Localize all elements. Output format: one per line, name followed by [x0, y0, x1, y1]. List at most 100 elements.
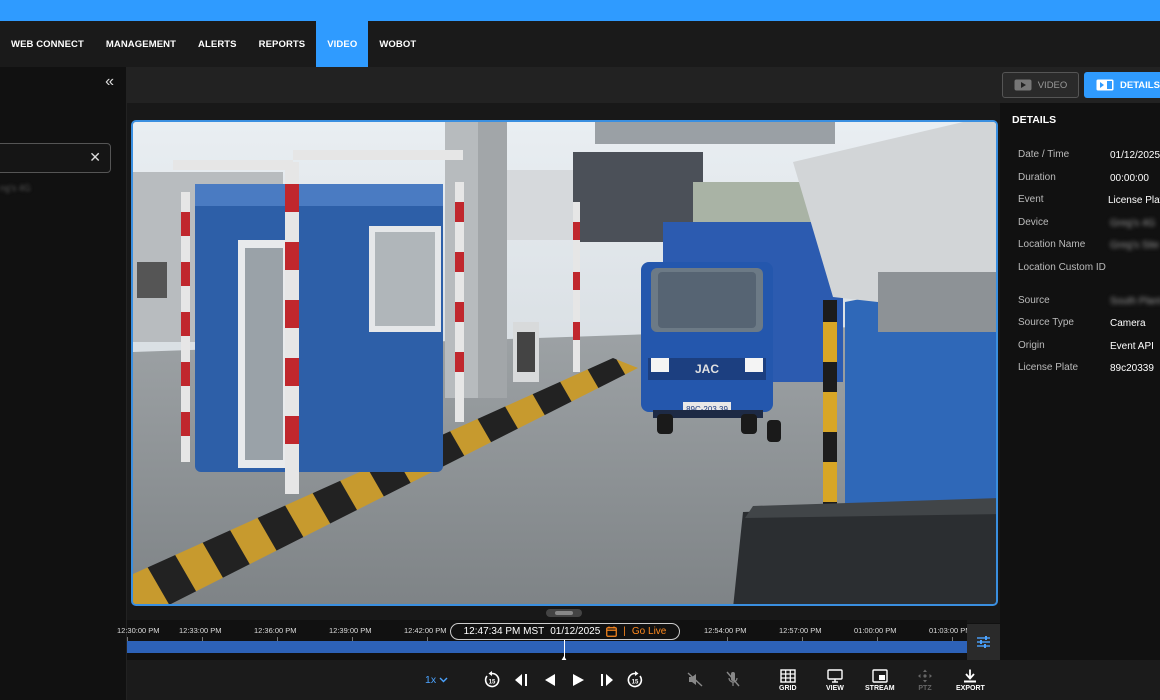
calendar-icon[interactable]: [606, 626, 618, 637]
ptz-arrows-icon: [918, 669, 932, 683]
detail-row-event: Event License Plate: [1018, 194, 1160, 207]
detail-row-date-time: Date / Time 01/12/2025: [1018, 149, 1160, 162]
playback-speed-select[interactable]: 1x: [425, 674, 448, 686]
detail-label: Location Name: [1018, 239, 1086, 250]
truck-brand: JAC: [695, 362, 719, 376]
timeline-tick-label: 12:54:00 PM: [704, 626, 747, 635]
detail-label: Origin: [1018, 340, 1045, 351]
camera-video-frame[interactable]: JAC 89C-203.39: [131, 120, 998, 606]
grid-button[interactable]: GRID: [779, 669, 797, 692]
detail-value: 00:00:00: [1110, 173, 1149, 184]
detail-label: Date / Time: [1018, 149, 1070, 160]
view-button[interactable]: VIEW: [826, 669, 844, 692]
download-icon: [964, 669, 977, 683]
sliders-icon: [977, 636, 990, 648]
detail-row-duration: Duration 00:00:00: [1018, 172, 1160, 185]
nav-management[interactable]: MANAGEMENT: [95, 21, 187, 67]
detail-label: Duration: [1018, 172, 1056, 183]
details-title: DETAILS: [1012, 114, 1057, 126]
resize-handle[interactable]: [546, 609, 582, 617]
stream-button[interactable]: STREAM: [865, 669, 895, 692]
playback-speed-value: 1x: [425, 674, 437, 686]
detail-label: Source: [1018, 295, 1050, 306]
detail-value: License Plate: [1107, 195, 1160, 206]
detail-row-location-name: Location Name Greg's Site: [1018, 239, 1160, 252]
go-live-button[interactable]: Go Live: [632, 626, 666, 637]
playback-controls: 1x 15 15 GRID VIEW STREAM PTZ EXPORT: [127, 660, 1160, 700]
detail-row-origin: Origin Event API: [1018, 340, 1160, 353]
details-panel-icon: [1096, 79, 1114, 91]
detail-row-device: Device Greg's 4G: [1018, 218, 1160, 230]
timeline[interactable]: 12:30:00 PM 12:33:00 PM 12:36:00 PM 12:3…: [117, 620, 972, 661]
rewind-15-icon[interactable]: 15: [483, 671, 501, 689]
detail-row-location-custom-id: Location Custom ID: [1018, 263, 1160, 273]
details-panel: DETAILS Date / Time 01/12/2025 Duration …: [1000, 103, 1160, 700]
detail-value: South Plant: [1110, 296, 1160, 307]
detail-row-license-plate: License Plate 89c20339: [1018, 362, 1160, 375]
svg-text:15: 15: [632, 680, 639, 686]
detail-label: Location Custom ID: [1018, 262, 1106, 273]
nav-web-connect[interactable]: WEB CONNECT: [0, 21, 95, 67]
details-view-button[interactable]: DETAILS: [1084, 72, 1160, 98]
timeline-tick-label: 12:33:00 PM: [179, 626, 222, 635]
details-view-label: DETAILS: [1120, 79, 1160, 91]
speaker-muted-icon[interactable]: [687, 672, 703, 687]
view-label: VIEW: [826, 685, 844, 692]
sidebar: « ✕ ng's 4G: [0, 67, 127, 700]
detail-value: Camera: [1110, 318, 1146, 329]
ptz-button[interactable]: PTZ: [917, 669, 933, 692]
timeline-tick-label: 01:00:00 PM: [854, 626, 897, 635]
forward-15-icon[interactable]: 15: [626, 671, 644, 689]
play-icon[interactable]: [572, 673, 585, 687]
timeline-tick-label: 12:36:00 PM: [254, 626, 297, 635]
grid-label: GRID: [779, 685, 797, 692]
detail-value: Greg's 4G: [1110, 218, 1156, 229]
export-label: EXPORT: [956, 685, 985, 692]
stream-icon: [872, 669, 888, 683]
play-icon: [1014, 79, 1032, 91]
detail-label: Source Type: [1018, 317, 1074, 328]
video-view-label: VIDEO: [1037, 79, 1068, 91]
detail-row-source-type: Source Type Camera: [1018, 317, 1160, 330]
camera-scene: JAC 89C-203.39: [133, 122, 996, 604]
timeline-filter-button[interactable]: [967, 624, 1000, 660]
nav-alerts[interactable]: ALERTS: [187, 21, 248, 67]
double-chevron-left-icon[interactable]: «: [105, 73, 114, 91]
timeline-recording-bar[interactable]: [127, 641, 967, 653]
timeline-tick-label: 12:30:00 PM: [117, 626, 160, 635]
monitor-icon: [827, 669, 843, 683]
timeline-tick-label: 01:03:00 PM: [929, 626, 972, 635]
top-accent-band: [0, 0, 1160, 21]
nav-video[interactable]: VIDEO: [316, 21, 369, 67]
grid-icon: [780, 669, 796, 683]
detail-label: License Plate: [1018, 362, 1079, 373]
stream-label: STREAM: [865, 685, 895, 692]
close-icon[interactable]: ✕: [89, 149, 101, 166]
video-view-button[interactable]: VIDEO: [1002, 72, 1079, 98]
detail-value: Greg's Site: [1110, 240, 1160, 251]
device-search: ✕: [0, 143, 111, 173]
sidebar-device-item[interactable]: ng's 4G: [0, 183, 31, 193]
microphone-muted-icon[interactable]: [726, 671, 740, 688]
main-nav: WEB CONNECT MANAGEMENT ALERTS REPORTS VI…: [0, 21, 1160, 67]
search-input[interactable]: [0, 144, 77, 172]
step-forward-icon[interactable]: [599, 673, 615, 687]
timeline-playhead[interactable]: [561, 639, 567, 661]
detail-value: 89c20339: [1110, 363, 1154, 374]
step-back-icon[interactable]: [513, 673, 529, 687]
current-time: 12:47:34 PM MST: [463, 626, 545, 637]
detail-label: Event: [1018, 194, 1044, 205]
play-reverse-icon[interactable]: [543, 673, 556, 687]
timeline-tick-label: 12:42:00 PM: [404, 626, 447, 635]
export-button[interactable]: EXPORT: [956, 669, 985, 692]
current-date: 01/12/2025: [550, 626, 601, 637]
detail-value: Event API: [1110, 341, 1154, 352]
ptz-label: PTZ: [918, 685, 932, 692]
detail-value: 01/12/2025: [1110, 150, 1160, 161]
pill-divider: |: [623, 626, 626, 637]
nav-wobot[interactable]: WOBOT: [368, 21, 427, 67]
current-time-pill: 12:47:34 PM MST 01/12/2025 | Go Live: [450, 623, 680, 640]
svg-text:15: 15: [489, 680, 496, 686]
nav-reports[interactable]: REPORTS: [248, 21, 317, 67]
timeline-tick-label: 12:57:00 PM: [779, 626, 822, 635]
